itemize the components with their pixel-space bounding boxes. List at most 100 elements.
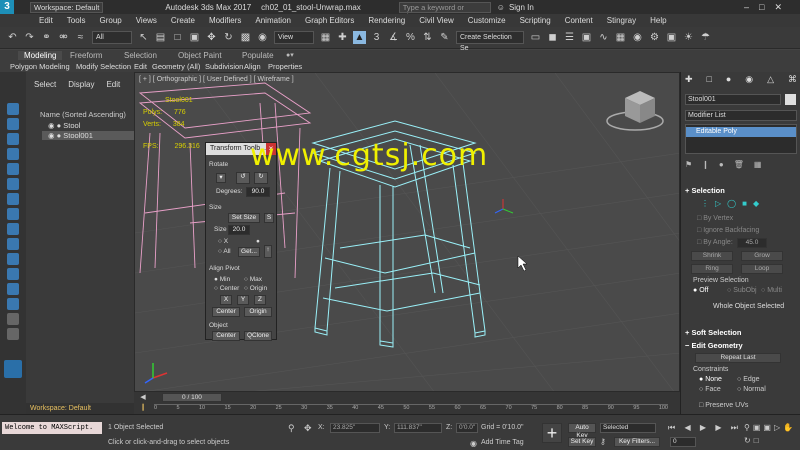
undo-icon[interactable]: ↶ [6,31,19,44]
rotate-dropdown[interactable]: ▾ [216,173,226,183]
layer-explorer-icon[interactable]: ☰ [563,31,576,44]
window-crossing-icon[interactable]: ▣ [188,31,201,44]
menu-stingray[interactable]: Stingray [600,16,643,25]
filter-shapes-icon[interactable] [7,148,19,160]
app-menu-icon[interactable]: 3 [0,0,14,14]
preview-multi-radio[interactable]: ○ Multi [761,287,782,294]
edit-geometry-rollout[interactable]: − Edit Geometry [685,341,743,350]
list-item[interactable]: ◉ ● Stool001 [42,131,134,140]
redo-icon[interactable]: ↷ [23,31,36,44]
set-size-button[interactable]: Set Size [228,213,260,223]
by-angle-checkbox[interactable]: □ By Angle: [697,239,733,246]
min-radio[interactable]: ● Min [214,276,230,283]
menu-modifiers[interactable]: Modifiers [202,16,248,25]
subtab-geometry[interactable]: Geometry (All) [152,62,200,71]
select-object-icon[interactable]: ↖ [137,31,150,44]
display-tab-icon[interactable]: △ [767,74,774,86]
create-tab-icon[interactable]: ✚ [685,74,693,86]
workspace-dropdown[interactable]: Workspace: Default [30,1,104,13]
z-coord-input[interactable]: 0'0.0" [456,423,478,433]
set-key-plus-icon[interactable]: + [542,423,562,443]
explorer-menu-edit[interactable]: Edit [106,80,120,89]
max-radio[interactable]: ○ Max [244,276,262,283]
spinner-snap-icon[interactable]: ⇅ [421,31,434,44]
filter-cameras-icon[interactable] [7,178,19,190]
reference-coord-dropdown[interactable]: View [274,31,314,44]
radio-selected[interactable]: ● [256,238,260,245]
soft-selection-rollout[interactable]: + Soft Selection [685,328,741,337]
filter-helpers-icon[interactable] [7,193,19,205]
pan-icon[interactable]: ✋ [783,423,793,433]
pivot-center-icon[interactable]: ▦ [319,31,332,44]
pivot-gizmo[interactable] [494,199,514,214]
rotate-icon[interactable]: ↻ [222,31,235,44]
modifier-list-dropdown[interactable]: Modifier List [685,110,797,121]
filter-more-icon[interactable] [7,313,19,325]
curve-editor-icon[interactable]: ∿ [597,31,610,44]
utilities-tab-icon[interactable]: ⌘ [788,74,797,86]
x-coord-input[interactable]: 23.825" [330,423,380,433]
constraint-none-radio[interactable]: ● None [699,376,722,383]
preview-subobj-radio[interactable]: ○ SubObj [727,287,757,294]
signin-link[interactable]: Sign In [509,3,534,12]
ribbon-options-icon[interactable]: ●▾ [286,51,294,59]
display-all-icon[interactable] [7,118,19,130]
named-selection-dropdown[interactable]: Create Selection Se [456,31,524,52]
qclone-button[interactable]: QClone [244,331,272,341]
pivot-origin-button[interactable]: Origin [244,307,272,317]
repeat-last-button[interactable]: Repeat Last [695,353,781,363]
tab-freeform[interactable]: Freeform [70,51,102,60]
workspace-indicator[interactable]: Workspace: Default [26,403,134,414]
zoom-extents-icon[interactable]: ▣ [763,423,771,433]
go-to-end-icon[interactable]: ⏭ [731,423,738,433]
snap-3-icon[interactable]: 3 [370,31,383,44]
size-extra-button[interactable]: S [264,213,274,223]
prev-frame-icon[interactable]: ◀ [136,393,150,403]
object-center-button[interactable]: Center [212,331,240,341]
by-angle-input[interactable]: 45.0 [737,238,767,248]
add-time-tag[interactable]: Add Time Tag [481,439,524,446]
window-controls[interactable]: –□✕ [744,2,800,13]
border-icon[interactable]: ◯ [727,199,736,209]
size-input[interactable]: 20.0 [228,225,250,235]
get-size-button[interactable]: Get... [238,247,260,257]
make-unique-icon[interactable]: ● [719,160,724,170]
lock-selection-icon[interactable]: ⚲ [288,423,295,434]
rotate-cw-icon[interactable]: ↻ [254,172,268,184]
viewport-label[interactable]: [ + ] [ Orthographic ] [ User Defined ] … [139,76,294,83]
constraint-face-radio[interactable]: ○ Face [699,386,721,393]
center-radio[interactable]: ○ Center [214,285,239,292]
bind-spacewarp-icon[interactable]: ≈ [74,31,87,44]
x-radio[interactable]: ○ X [218,238,228,245]
rect-selection-icon[interactable]: □ [171,31,184,44]
axis-y-button[interactable]: Y [237,295,249,305]
y-coord-input[interactable]: 111.837" [394,423,442,433]
account-icon[interactable]: ☺ [497,3,505,12]
tab-selection[interactable]: Selection [124,51,157,60]
ignore-backfacing-checkbox[interactable]: □ Ignore Backfacing [697,227,759,234]
key-selection-dropdown[interactable]: Selected [600,423,656,433]
subtab-subdivision[interactable]: Subdivision [205,62,243,71]
filter-bones-icon[interactable] [7,253,19,265]
subtab-modify-selection[interactable]: Modify Selection [76,62,131,71]
subtab-polygon-modeling[interactable]: Polygon Modeling [10,62,70,71]
all-radio[interactable]: ○ All [218,248,231,255]
menu-animation[interactable]: Animation [248,16,298,25]
orbit-icon[interactable]: ↻ [744,436,751,446]
maximize-viewport-icon[interactable]: □ [754,436,759,446]
menu-customize[interactable]: Customize [461,16,513,25]
by-vertex-checkbox[interactable]: □ By Vertex [697,215,733,222]
constraint-edge-radio[interactable]: ○ Edge [737,376,760,383]
link-icon[interactable]: ⚭ [40,31,53,44]
menu-graph-editors[interactable]: Graph Editors [298,16,361,25]
move-icon[interactable]: ✥ [205,31,218,44]
render-production-icon[interactable]: ☀ [682,31,695,44]
filter-groups-icon[interactable] [7,223,19,235]
time-slider-handle[interactable]: 0 / 100 [162,393,222,402]
select-by-name-icon[interactable]: ▤ [154,31,167,44]
menu-rendering[interactable]: Rendering [361,16,412,25]
explorer-mode-icon[interactable] [4,360,22,378]
auto-key-button[interactable]: Auto Key [568,423,596,439]
preserve-uvs-checkbox[interactable]: □ Preserve UVs [699,402,748,409]
keyboard-shortcut-icon[interactable]: ▲ [353,31,366,44]
